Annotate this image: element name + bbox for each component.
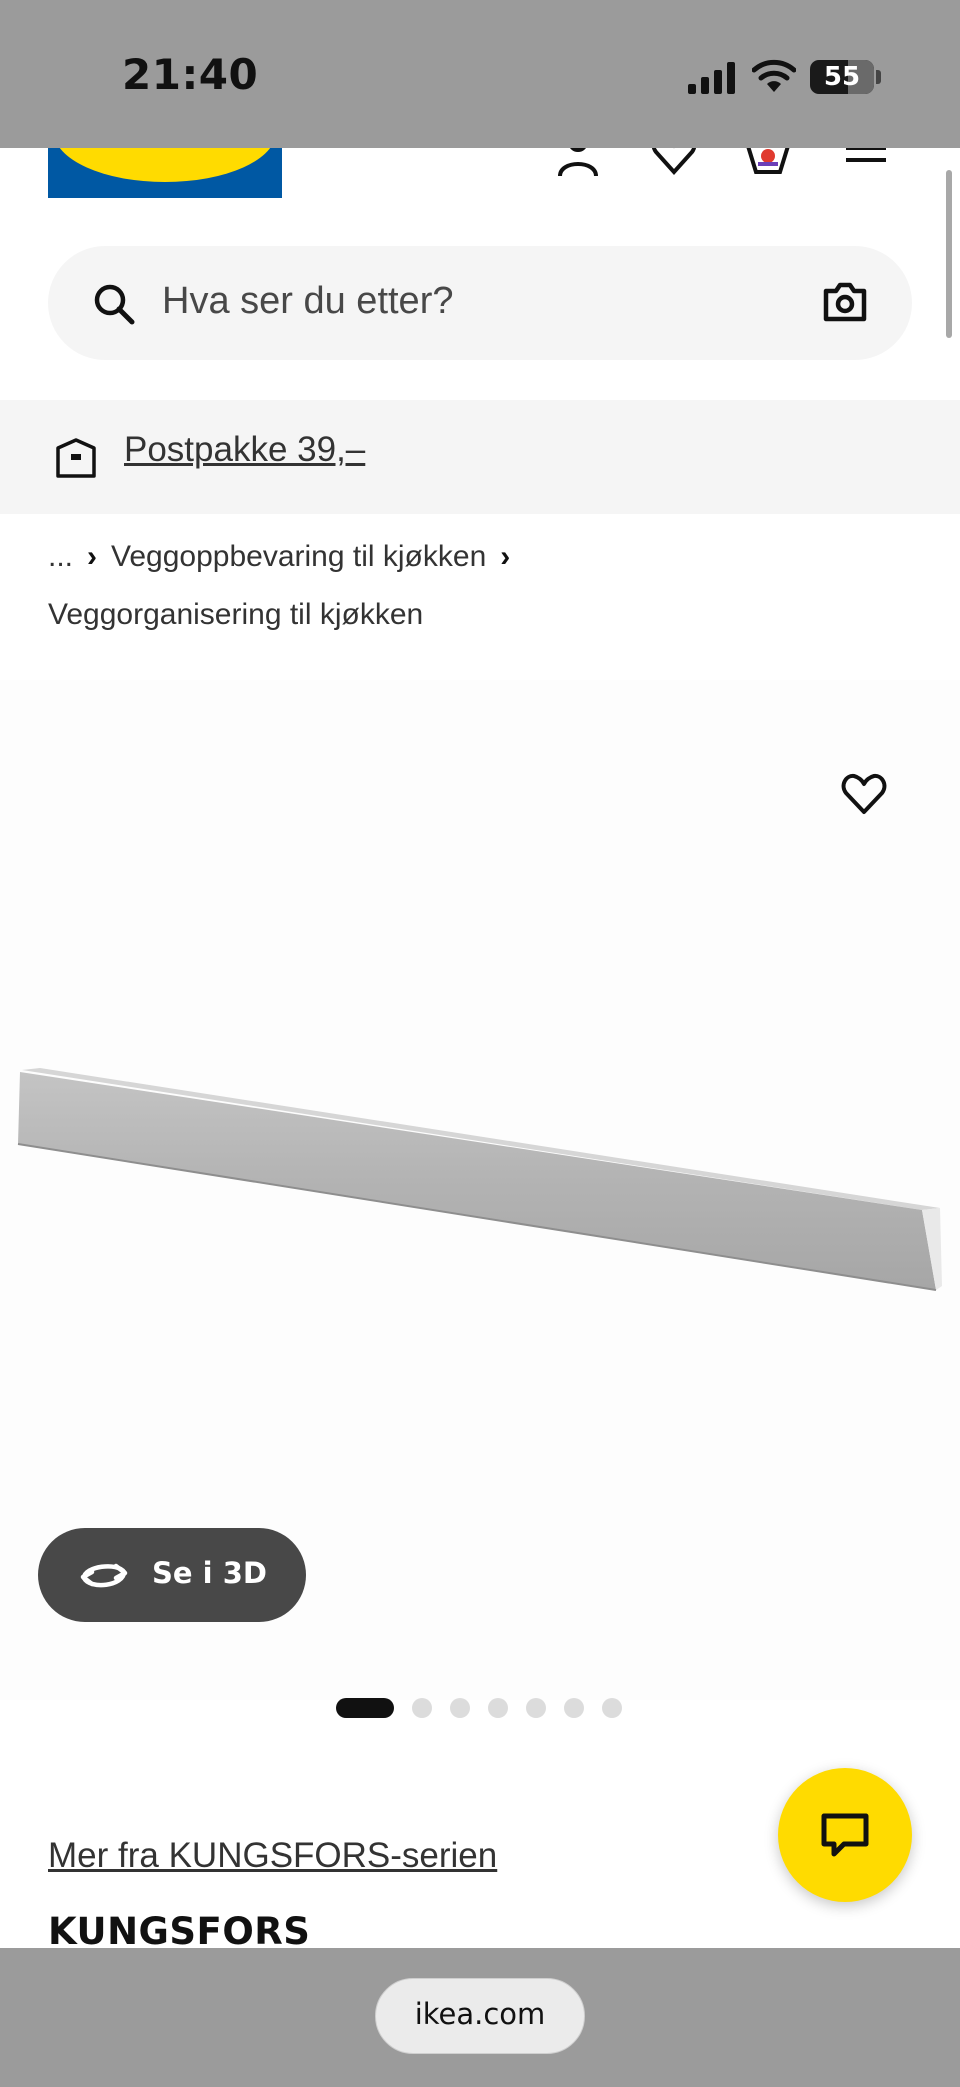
product-image-magnetic-knife-rack	[17, 1068, 942, 1291]
signal-icon	[688, 62, 735, 94]
wifi-icon	[752, 59, 796, 92]
chat-icon	[821, 1813, 869, 1857]
address-bar[interactable]: ikea.com	[375, 1978, 585, 2054]
view-3d-label: Se i 3D	[152, 1556, 267, 1590]
shipping-link[interactable]: Postpakke 39,–	[124, 430, 365, 470]
gallery-dot[interactable]	[564, 1698, 584, 1718]
status-time: 21:40	[122, 50, 259, 99]
search-icon	[94, 284, 135, 325]
search-input[interactable]: Hva ser du etter?	[162, 280, 453, 323]
scrollbar[interactable]	[946, 170, 952, 338]
gallery-dot[interactable]	[488, 1698, 508, 1718]
status-bar: 21:40 55	[0, 0, 960, 148]
breadcrumb-item-current[interactable]: Veggorganisering til kjøkken	[48, 598, 423, 631]
battery-icon: 55	[810, 60, 874, 94]
browser-bottom-bar: ikea.com	[0, 1948, 960, 2087]
page: 21:40 55 Hva ser du etter? Postpakke 39,…	[0, 0, 960, 2087]
gallery-dot[interactable]	[450, 1698, 470, 1718]
gallery-dot[interactable]	[412, 1698, 432, 1718]
parcel-icon	[56, 438, 96, 478]
url-text: ikea.com	[414, 1997, 546, 2031]
breadcrumb-ellipsis[interactable]: ...	[48, 540, 73, 573]
product-name: KUNGSFORS	[48, 1910, 311, 1953]
chat-button[interactable]	[778, 1768, 912, 1902]
battery-tip	[876, 70, 881, 84]
chevron-right-icon: ›	[500, 540, 511, 573]
gallery-dot[interactable]	[526, 1698, 546, 1718]
search-bar[interactable]: Hva ser du etter?	[48, 246, 912, 360]
promo-banner: Postpakke 39,–	[0, 400, 960, 514]
view-3d-button[interactable]: Se i 3D	[38, 1528, 306, 1622]
favourite-icon[interactable]	[840, 772, 888, 816]
rotate-3d-icon	[80, 1563, 128, 1588]
camera-icon[interactable]	[822, 281, 868, 323]
gallery-dot[interactable]	[602, 1698, 622, 1718]
breadcrumb-item-wall-storage[interactable]: Veggoppbevaring til kjøkken	[111, 540, 486, 573]
gallery-dot-active[interactable]	[336, 1698, 394, 1718]
gallery-pagination	[336, 1698, 656, 1720]
battery-level: 55	[823, 62, 861, 92]
series-link[interactable]: Mer fra KUNGSFORS-serien	[48, 1836, 497, 1876]
chevron-right-icon: ›	[87, 540, 98, 573]
